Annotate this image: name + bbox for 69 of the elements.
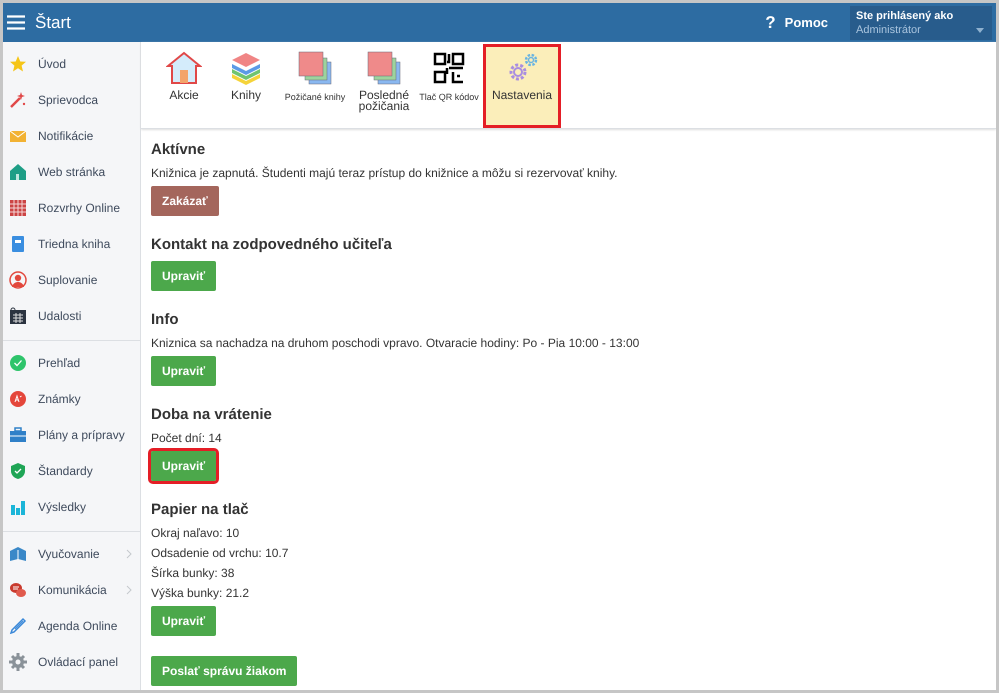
magic-wand-icon <box>9 91 27 109</box>
user-dropdown[interactable]: Ste prihlásený ako Administrátor <box>850 6 992 40</box>
grade-circle-icon <box>9 390 27 408</box>
setting-text: Počet dní: 14 <box>151 431 223 445</box>
house-icon <box>9 163 27 181</box>
setting-text: Šírka bunky: 38 <box>151 566 236 580</box>
section-title: Papier na tlač <box>151 501 250 518</box>
edit-button[interactable]: Zakázať <box>151 186 219 216</box>
calendar-grid-icon <box>9 199 27 217</box>
sidebar-item[interactable]: Vyučovanie <box>3 536 140 572</box>
shield-check-icon <box>9 462 27 480</box>
briefcase-icon <box>9 426 27 444</box>
gear-icon <box>9 653 27 671</box>
sidebar-item[interactable]: Suplovanie <box>3 262 140 298</box>
setting-text: Knižnica je zapnutá. Študenti majú teraz prístup do knižnice a môžu si rezervovať knihy. <box>151 166 619 180</box>
toolbar-label: Akcie <box>169 90 199 101</box>
sidebar-item[interactable]: Štandardy <box>3 453 140 489</box>
sidebar-item[interactable]: Prehľad <box>3 345 140 381</box>
sidebar-item[interactable]: Triedna kniha <box>3 226 140 262</box>
stacked-squares-icon <box>297 50 333 86</box>
sidebar-item[interactable]: Výsledky <box>3 489 140 525</box>
setting-text: Okraj naľavo: 10 <box>151 526 240 540</box>
toolbar-label: Posledné požičania <box>358 90 410 112</box>
section-title: Info <box>151 311 180 328</box>
sidebar-item[interactable]: Web stránka <box>3 154 140 190</box>
caret-icon <box>976 28 984 32</box>
sidebar-item[interactable]: Ovládací panel <box>3 644 140 680</box>
help-link[interactable]: ? Pomoc <box>765 12 828 32</box>
toolbar-label: Nastavenia <box>492 90 552 101</box>
chevron-icon <box>126 585 132 595</box>
calendar-icon <box>9 307 27 325</box>
sidebar-item[interactable]: Plány a prípravy <box>3 417 140 453</box>
setting-text: Kniznica sa nachadza na druhom poschodi vpravo. Otvaracie hodiny: Po - Pia 10:00 - 13:00 <box>151 336 640 350</box>
section-title: Kontakt na zodpovedného učiteľa <box>151 236 393 253</box>
person-icon <box>9 271 27 289</box>
star-icon <box>9 55 27 73</box>
chevron-icon <box>126 549 132 559</box>
sidebar-item[interactable]: Úvod <box>3 46 140 82</box>
toolbar-button[interactable]: Knihy <box>215 44 277 128</box>
sidebar-item[interactable]: Známky <box>3 381 140 417</box>
house-icon <box>166 50 202 86</box>
sidebar-item[interactable]: Notifikácie <box>3 118 140 154</box>
open-book-icon <box>9 545 27 563</box>
toolbar-label: Požičané knihy <box>284 92 346 103</box>
toolbar-button[interactable]: Požičané knihy <box>277 44 353 128</box>
page-title: Štart <box>35 12 71 32</box>
qr-code-icon <box>431 50 467 86</box>
toolbar-label: Tlač QR kódov <box>419 92 479 103</box>
bar-chart-icon <box>9 498 27 516</box>
menu-icon[interactable] <box>7 15 25 30</box>
sidebar-item[interactable]: Agenda Online <box>3 608 140 644</box>
sidebar-item[interactable]: Rozvrhy Online <box>3 190 140 226</box>
toolbar-button[interactable]: Akcie <box>153 44 215 128</box>
check-circle-icon <box>9 354 27 372</box>
stacked-squares-icon <box>366 50 402 86</box>
setting-text: Výška bunky: 21.2 <box>151 586 250 600</box>
pen-icon <box>9 617 27 635</box>
toolbar-label: Knihy <box>230 90 262 101</box>
toolbar-button[interactable]: Posledné požičania <box>353 44 415 128</box>
setting-text: Odsadenie od vrchu: 10.7 <box>151 546 290 560</box>
notebook-icon <box>9 235 27 253</box>
sidebar-item[interactable]: Udalosti <box>3 298 140 334</box>
toolbar-button[interactable]: Nastavenia <box>483 44 561 128</box>
toolbar-button[interactable]: Tlač QR kódov <box>415 44 483 128</box>
sidebar-item[interactable]: Sprievodca <box>3 82 140 118</box>
sidebar-item[interactable]: Komunikácia <box>3 572 140 608</box>
section-title: Aktívne <box>151 141 206 158</box>
chat-bubbles-icon <box>9 581 27 599</box>
section-title: Doba na vrátenie <box>151 406 273 423</box>
